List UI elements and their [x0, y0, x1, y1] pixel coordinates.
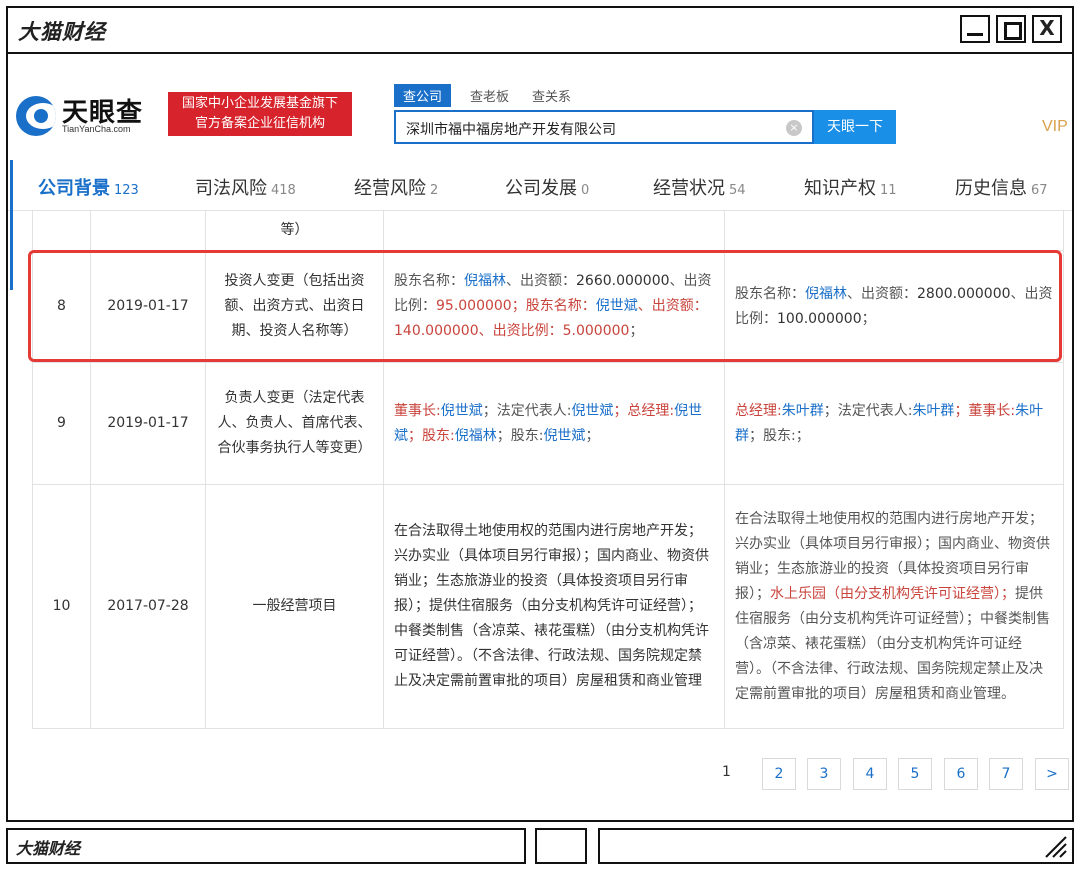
search-tab-boss[interactable]: 查老板 — [470, 86, 509, 105]
logo-domain: TianYanCha.com — [62, 124, 131, 134]
row-number: 8 — [32, 250, 91, 363]
before-change: 股东名称：倪福林、出资额：2660.000000、出资比例：95.000000；… — [383, 250, 725, 363]
table-cell — [724, 210, 1064, 251]
search-box[interactable]: 深圳市福中福房地产开发有限公司 × — [394, 110, 814, 144]
tab-company-development[interactable]: 公司发展 0 — [505, 174, 589, 200]
page-3-button[interactable]: 3 — [807, 758, 841, 790]
before-change: 在合法取得土地使用权的范围内进行房地产开发；兴办实业（具体项目另行审报）；国内商… — [383, 484, 725, 729]
tab-label: 知识产权 — [804, 178, 876, 199]
table-cell — [90, 210, 206, 251]
person-link[interactable]: 倪福林 — [455, 428, 497, 444]
close-glyph: X — [1039, 16, 1055, 40]
person-link[interactable]: 倪世斌 — [543, 428, 585, 444]
person-link[interactable]: 倪世斌 — [571, 403, 613, 419]
tab-count: 11 — [880, 183, 897, 198]
vip-link[interactable]: VIP — [1042, 118, 1068, 136]
tab-history[interactable]: 历史信息 67 — [955, 174, 1048, 200]
tab-label: 公司发展 — [505, 178, 577, 199]
person-link[interactable]: 朱叶群 — [782, 403, 824, 419]
change-item: 等） — [205, 210, 384, 251]
after-change: 在合法取得土地使用权的范围内进行房地产开发；兴办实业（具体项目另行审报）；国内商… — [724, 484, 1064, 729]
table-cell — [32, 210, 91, 251]
search-tab-company[interactable]: 查公司 — [394, 84, 452, 107]
tab-count: 123 — [114, 183, 139, 198]
outer-window: 大猫财经 X 天眼查 TianYanCha.com 国家中小企业发展基金旗下 官… — [6, 6, 1074, 822]
tab-operating-risk[interactable]: 经营风险 2 — [354, 174, 438, 200]
next-page-button[interactable]: > — [1035, 758, 1069, 790]
person-link[interactable]: 朱叶群 — [912, 403, 954, 419]
change-date: 2019-01-17 — [90, 250, 206, 363]
tab-count: 67 — [1031, 183, 1048, 198]
tab-label: 经营风险 — [354, 178, 426, 199]
search-button[interactable]: 天眼一下 — [814, 110, 896, 144]
section-tab-bar: 公司背景 123 司法风险 418 经营风险 2 公司发展 0 经营状况 54 知识产权 1… — [8, 160, 1072, 211]
shareholder-link[interactable]: 倪世斌 — [596, 298, 638, 314]
change-date: 2019-01-17 — [90, 362, 206, 485]
tab-label: 司法风险 — [195, 178, 267, 199]
table-row: 10 2017-07-28 一般经营项目 在合法取得土地使用权的范围内进行房地产… — [32, 484, 1064, 729]
page-6-button[interactable]: 6 — [944, 758, 978, 790]
maximize-icon[interactable] — [996, 15, 1026, 43]
footer-status-box — [598, 828, 1074, 864]
resize-grip-icon[interactable] — [1042, 833, 1068, 859]
shareholder-link[interactable]: 倪福林 — [464, 273, 506, 289]
tab-label: 公司背景 — [38, 178, 110, 199]
title-bar: 大猫财经 X — [8, 8, 1072, 54]
row-number: 10 — [32, 484, 91, 729]
after-change: 股东名称：倪福林、出资额：2800.000000、出资比例：100.000000… — [724, 250, 1064, 363]
tianyancha-logo-icon[interactable] — [16, 96, 56, 136]
footer-middle-box — [535, 828, 587, 864]
tab-judicial-risk[interactable]: 司法风险 418 — [195, 174, 296, 200]
promo-badge: 国家中小企业发展基金旗下 官方备案企业征信机构 — [168, 92, 352, 136]
footer-title-box: 大猫财经 — [6, 828, 526, 864]
table-row: 等） — [32, 210, 1064, 251]
table-row: 9 2019-01-17 负责人变更（法定代表人、负责人、首席代表、合伙事务执行… — [32, 362, 1064, 485]
change-item: 负责人变更（法定代表人、负责人、首席代表、合伙事务执行人等变更） — [205, 362, 384, 485]
promo-line2: 官方备案企业征信机构 — [194, 116, 325, 131]
tab-count: 0 — [581, 183, 590, 198]
page-current: 1 — [722, 764, 731, 780]
active-tab-indicator — [10, 160, 13, 290]
tab-count: 2 — [430, 183, 439, 198]
shareholder-link[interactable]: 倪福林 — [805, 286, 847, 302]
promo-line1: 国家中小企业发展基金旗下 — [181, 96, 338, 111]
clear-icon[interactable]: × — [786, 120, 802, 136]
tab-operating-status[interactable]: 经营状况 54 — [653, 174, 746, 200]
change-item: 一般经营项目 — [205, 484, 384, 729]
page-5-button[interactable]: 5 — [898, 758, 932, 790]
window-title: 大猫财经 — [18, 20, 106, 44]
before-change: 董事长:倪世斌；法定代表人:倪世斌；总经理:倪世斌；股东:倪福林；股东:倪世斌； — [383, 362, 725, 485]
change-item: 投资人变更（包括出资额、出资方式、出资日期、投资人名称等） — [205, 250, 384, 363]
search-input[interactable]: 深圳市福中福房地产开发有限公司 — [406, 119, 616, 139]
table-row: 8 2019-01-17 投资人变更（包括出资额、出资方式、出资日期、投资人名称… — [32, 250, 1064, 363]
person-link[interactable]: 倪世斌 — [441, 403, 483, 419]
page-7-button[interactable]: 7 — [989, 758, 1023, 790]
search-tab-relation[interactable]: 查关系 — [532, 86, 571, 105]
screenshot-content: 天眼查 TianYanCha.com 国家中小企业发展基金旗下 官方备案企业征信… — [8, 54, 1072, 820]
tab-label: 历史信息 — [955, 178, 1027, 199]
tab-company-background[interactable]: 公司背景 123 — [38, 174, 139, 200]
table-cell — [383, 210, 725, 251]
after-change: 总经理:朱叶群；法定代表人:朱叶群；董事长:朱叶群；股东:； — [724, 362, 1064, 485]
tab-label: 经营状况 — [653, 178, 725, 199]
change-date: 2017-07-28 — [90, 484, 206, 729]
tab-count: 418 — [271, 183, 296, 198]
footer-title: 大猫财经 — [16, 839, 81, 858]
minimize-icon[interactable] — [960, 15, 990, 43]
tab-intellectual-property[interactable]: 知识产权 11 — [804, 174, 897, 200]
tab-count: 54 — [729, 183, 746, 198]
page-4-button[interactable]: 4 — [853, 758, 887, 790]
page-2-button[interactable]: 2 — [762, 758, 796, 790]
change-record-table: 等） 8 2019-01-17 投资人变更（包括出资额、出资方式、出资日期、投资… — [32, 210, 1064, 729]
row-number: 9 — [32, 362, 91, 485]
close-icon[interactable]: X — [1032, 15, 1062, 43]
